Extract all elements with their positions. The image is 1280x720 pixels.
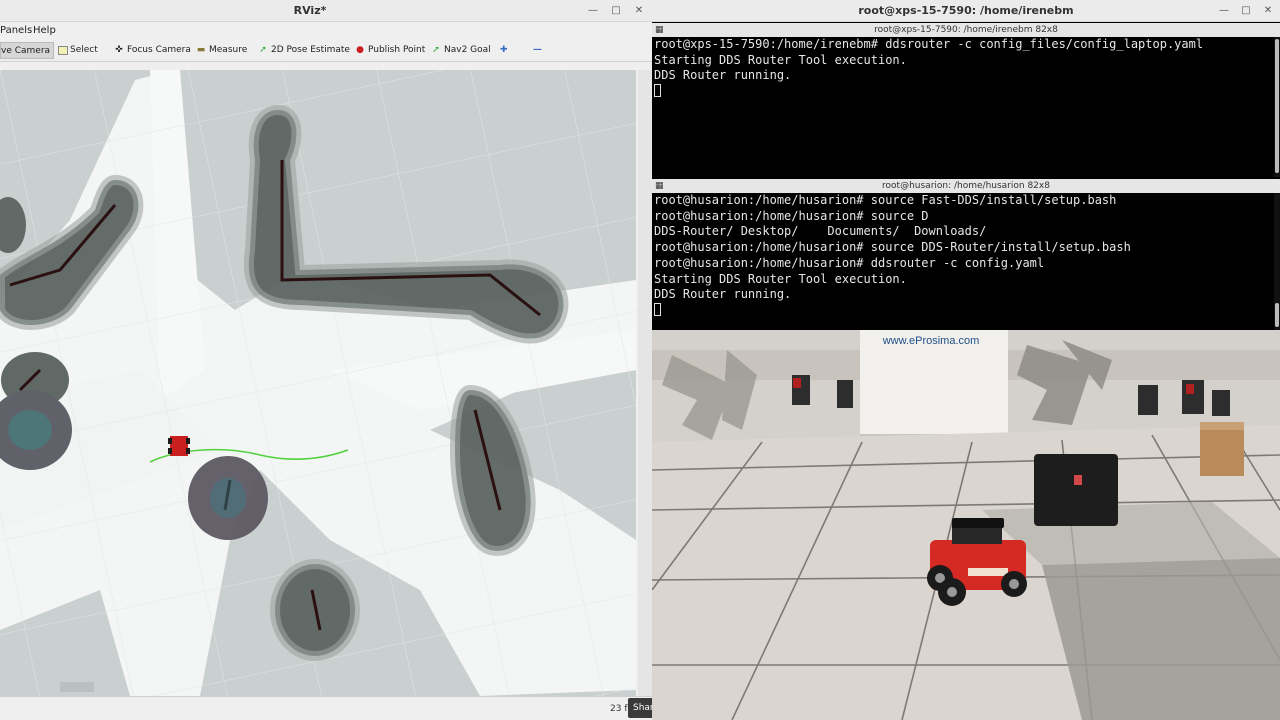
terminal-line: root@husarion:/home/husarion# source Fas…	[654, 193, 1117, 207]
maximize-icon[interactable]: □	[1238, 3, 1254, 19]
terminal-pane-icon: ▦	[655, 181, 664, 191]
terminal-pane-icon: ▦	[655, 25, 664, 35]
close-icon[interactable]: ✕	[631, 3, 647, 19]
plus-icon[interactable]: ✚	[500, 42, 511, 59]
camera-scene	[652, 330, 1280, 720]
minimize-icon[interactable]: —	[585, 3, 601, 19]
terminal-line: root@xps-15-7590:/home/irenebm# ddsroute…	[654, 37, 1204, 51]
terminal-line: DDS Router running.	[654, 287, 792, 302]
focus-camera-icon: ✜	[115, 45, 123, 55]
measure-icon: ▬	[196, 45, 206, 55]
rviz-menubar: Panels Help	[0, 22, 652, 39]
menu-help[interactable]: Help	[33, 25, 56, 36]
rviz-titlebar[interactable]: RViz* — □ ✕	[0, 0, 652, 22]
pane2-scrollbar[interactable]	[1274, 193, 1280, 330]
rviz-toolbar: ve Camera Select ✜ Focus Camera ▬ Measure …	[0, 40, 652, 62]
rviz-side-scrollbar[interactable]	[638, 70, 652, 696]
rviz-3d-view[interactable]	[0, 70, 636, 696]
rviz-window-title: RViz*	[293, 4, 327, 17]
terminal-window-title: root@xps-15-7590: /home/irenebm	[858, 4, 1074, 17]
terminal-cursor	[654, 302, 661, 316]
close-icon[interactable]: ✕	[1260, 3, 1276, 19]
tool-measure[interactable]: ▬ Measure	[195, 42, 250, 59]
tool-select[interactable]: Select	[58, 42, 101, 59]
rviz-window: RViz* — □ ✕ Panels Help ve Camera Select…	[0, 0, 652, 720]
minimize-icon[interactable]: —	[1216, 3, 1232, 19]
tool-nav2-goal[interactable]: ➚ Nav2 Goal	[430, 42, 494, 59]
pane1-scrollbar[interactable]	[1274, 37, 1280, 177]
terminal-line: root@husarion:/home/husarion# ddsrouter …	[654, 255, 1045, 270]
rviz-status-bar: 23 f	[0, 696, 652, 720]
menu-panels[interactable]: Panels	[0, 25, 32, 36]
occupancy-map	[0, 70, 636, 696]
terminal-line: Starting DDS Router Tool execution.	[654, 52, 907, 67]
maximize-icon[interactable]: □	[608, 3, 624, 19]
terminal-line: root@husarion:/home/husarion# source DDS…	[654, 240, 1131, 255]
terminal-line: Starting DDS Router Tool execution.	[654, 271, 907, 286]
minus-icon[interactable]: —	[533, 42, 545, 59]
terminal-titlebar[interactable]: root@xps-15-7590: /home/irenebm — □ ✕	[652, 0, 1280, 22]
tool-publish-point[interactable]: ● Publish Point	[354, 42, 428, 59]
terminal-line: root@husarion:/home/husarion# source D	[654, 208, 929, 223]
tool-focus-camera[interactable]: ✜ Focus Camera	[113, 42, 194, 59]
pane2-header[interactable]: ▦ root@husarion: /home/husarion 82x8	[652, 179, 1280, 193]
select-icon	[58, 46, 68, 55]
banner-text: www.eProsima.com	[882, 335, 980, 347]
terminal-window: root@xps-15-7590: /home/irenebm — □ ✕ ▦ …	[652, 0, 1280, 330]
terminal-line: DDS-Router/ Desktop/ Documents/ Download…	[654, 224, 987, 239]
tool-2d-pose-estimate[interactable]: ➚ 2D Pose Estimate	[257, 42, 353, 59]
terminal-pane-robot[interactable]: root@husarion:/home/husarion# source Fas…	[652, 193, 1274, 330]
fps-readout: 23 f	[610, 704, 628, 714]
terminal-pane-laptop[interactable]: root@xps-15-7590:/home/irenebm# ddsroute…	[652, 37, 1274, 177]
pane1-header[interactable]: ▦ root@xps-15-7590: /home/irenebm 82x8	[652, 23, 1280, 37]
tool-move-camera[interactable]: ve Camera	[0, 42, 55, 59]
terminal-cursor	[654, 84, 661, 98]
camera-feed: www.eProsima.com	[652, 330, 1280, 720]
terminal-line: DDS Router running.	[654, 68, 792, 83]
publish-point-icon: ●	[356, 45, 364, 55]
pose-estimate-icon: ➚	[259, 45, 267, 55]
nav-goal-icon: ➚	[432, 45, 440, 55]
robot-marker	[168, 436, 190, 456]
